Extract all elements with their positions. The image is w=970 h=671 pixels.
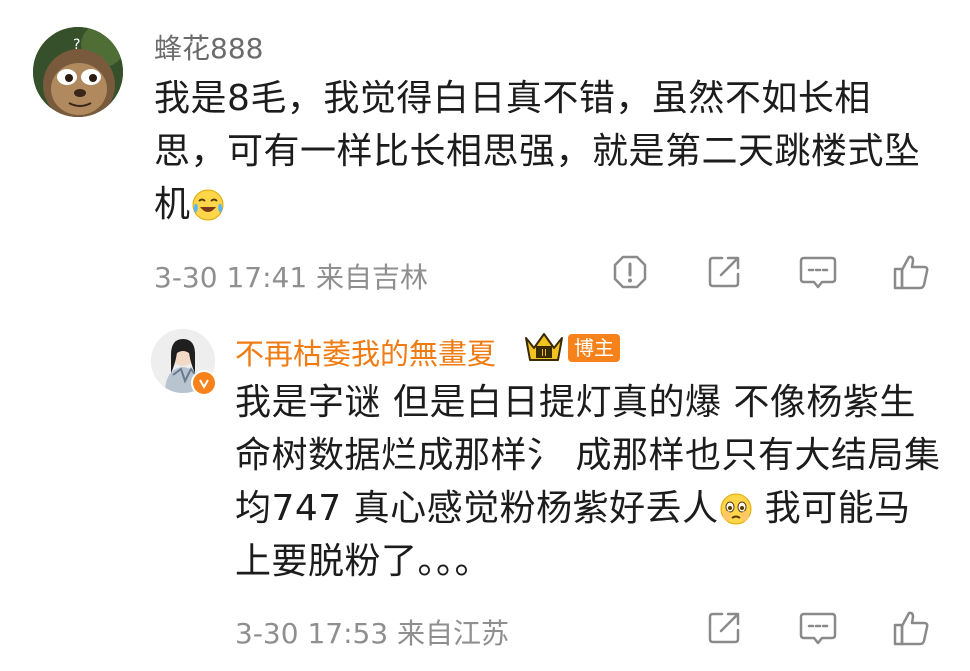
repost-icon bbox=[708, 256, 740, 288]
repost-button[interactable] bbox=[701, 249, 747, 295]
like-icon bbox=[893, 611, 929, 646]
repost-icon bbox=[708, 612, 740, 644]
crown-vip-icon: II bbox=[525, 333, 563, 361]
comment-button[interactable] bbox=[795, 605, 841, 651]
verified-badge-icon bbox=[191, 370, 217, 396]
svg-text:?: ? bbox=[73, 37, 80, 53]
comment-line: 我是8毛，我觉得白日真不错，虽然不如长相 bbox=[154, 78, 871, 119]
reply-item: 不再枯萎我的無畫夏 II 博主 我是字谜 但是白日提灯真的爆 不像杨紫生 命树数… bbox=[0, 300, 970, 671]
user-badges: II 博主 bbox=[522, 330, 620, 366]
reply-line-text: 我可能马 bbox=[752, 488, 911, 529]
comment-icon bbox=[799, 612, 837, 645]
like-button[interactable] bbox=[889, 249, 935, 295]
user-avatar[interactable]: ? bbox=[33, 27, 123, 117]
crying-emoji-icon bbox=[720, 493, 752, 525]
comment-line: 机 bbox=[154, 178, 944, 231]
report-icon bbox=[613, 255, 647, 289]
reply-line: 命树数据烂成那样氵 成那样也只有大结局集 bbox=[235, 435, 941, 476]
reply-text: 我是字谜 但是白日提灯真的爆 不像杨紫生 命树数据烂成那样氵 成那样也只有大结局… bbox=[235, 376, 945, 588]
comment-meta: 3-30 17:41 来自吉林 bbox=[154, 261, 429, 294]
like-button[interactable] bbox=[889, 605, 935, 651]
repost-button[interactable] bbox=[701, 605, 747, 651]
blogger-tag: 博主 bbox=[568, 334, 620, 362]
reply-line: 均747 真心感觉粉杨紫好丢人 我可能马 bbox=[235, 482, 945, 535]
svg-text:II: II bbox=[541, 348, 547, 359]
like-icon bbox=[893, 255, 929, 290]
username[interactable]: 不再枯萎我的無畫夏 bbox=[235, 331, 496, 373]
comment-item: ? 蜂花888 我是8毛，我觉得白日真不错，虽然不如长相 思，可有一样比长相思强… bbox=[0, 0, 970, 300]
laugh-cry-emoji-icon bbox=[192, 189, 224, 221]
reply-line: 上要脱粉了。。。 bbox=[235, 541, 492, 582]
reply-meta: 3-30 17:53 来自江苏 bbox=[235, 617, 510, 650]
report-button[interactable] bbox=[607, 249, 653, 295]
comment-icon bbox=[799, 256, 837, 289]
comment-button[interactable] bbox=[795, 249, 841, 295]
reply-line-text: 均747 真心感觉粉杨紫好丢人 bbox=[235, 488, 719, 529]
comment-line: 思，可有一样比长相思强，就是第二天跳楼式坠 bbox=[154, 131, 921, 172]
sloth-avatar-icon: ? bbox=[33, 27, 123, 117]
comment-line-text: 机 bbox=[154, 184, 191, 225]
reply-line: 我是字谜 但是白日提灯真的爆 不像杨紫生 bbox=[235, 382, 916, 423]
username[interactable]: 蜂花888 bbox=[154, 27, 263, 67]
comment-text: 我是8毛，我觉得白日真不错，虽然不如长相 思，可有一样比长相思强，就是第二天跳楼… bbox=[154, 72, 944, 231]
